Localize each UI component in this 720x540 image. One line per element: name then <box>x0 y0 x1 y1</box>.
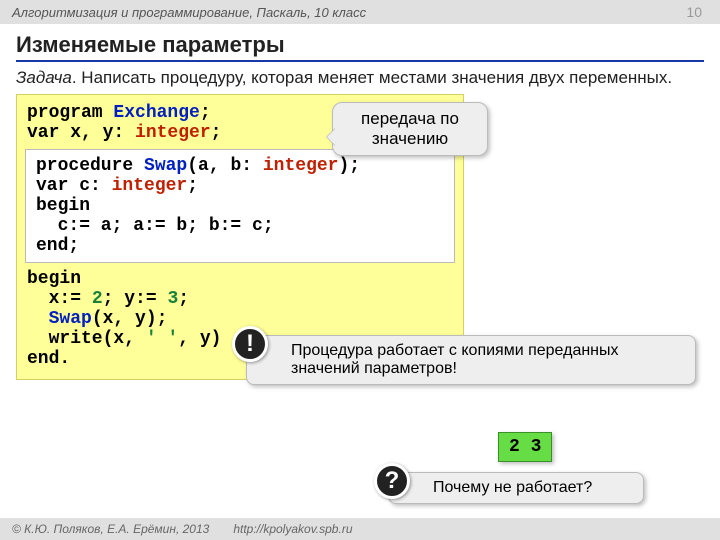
code-line: procedure Swap(a, b: integer); <box>36 156 444 176</box>
footer-bar: © К.Ю. Поляков, Е.А. Ерёмин, 2013 http:/… <box>0 518 720 540</box>
code-line: x:= 2; y:= 3; <box>27 289 453 309</box>
callout-by-value: передача по значению <box>332 102 488 156</box>
note-why: Почему не работает? <box>388 472 644 504</box>
page-title: Изменяемые параметры <box>0 24 720 60</box>
question-icon: ? <box>374 463 410 499</box>
course-label: Алгоритмизация и программирование, Паска… <box>12 5 366 20</box>
code-line: c:= a; a:= b; b:= c; <box>36 216 444 236</box>
note-copies: Процедура работает с копиями переданных … <box>246 335 696 385</box>
header-bar: Алгоритмизация и программирование, Паска… <box>0 0 720 24</box>
footer-url: http://kpolyakov.spb.ru <box>233 522 352 536</box>
exclaim-icon: ! <box>232 326 268 362</box>
page-number: 10 <box>686 4 708 20</box>
task-body: . Написать процедуру, которая меняет мес… <box>72 68 672 87</box>
code-block-procedure: procedure Swap(a, b: integer); var c: in… <box>25 149 455 263</box>
code-line: var c: integer; <box>36 176 444 196</box>
title-underline <box>16 60 704 62</box>
code-line: end; <box>36 236 444 256</box>
code-line: Swap(x, y); <box>27 309 453 329</box>
copyright: © К.Ю. Поляков, Е.А. Ерёмин, 2013 <box>12 522 209 536</box>
output-box: 2 3 <box>498 432 552 462</box>
task-label: Задача <box>16 68 72 87</box>
task-text: Задача. Написать процедуру, которая меня… <box>0 68 720 94</box>
code-line: begin <box>36 196 444 216</box>
code-line: begin <box>27 269 453 289</box>
